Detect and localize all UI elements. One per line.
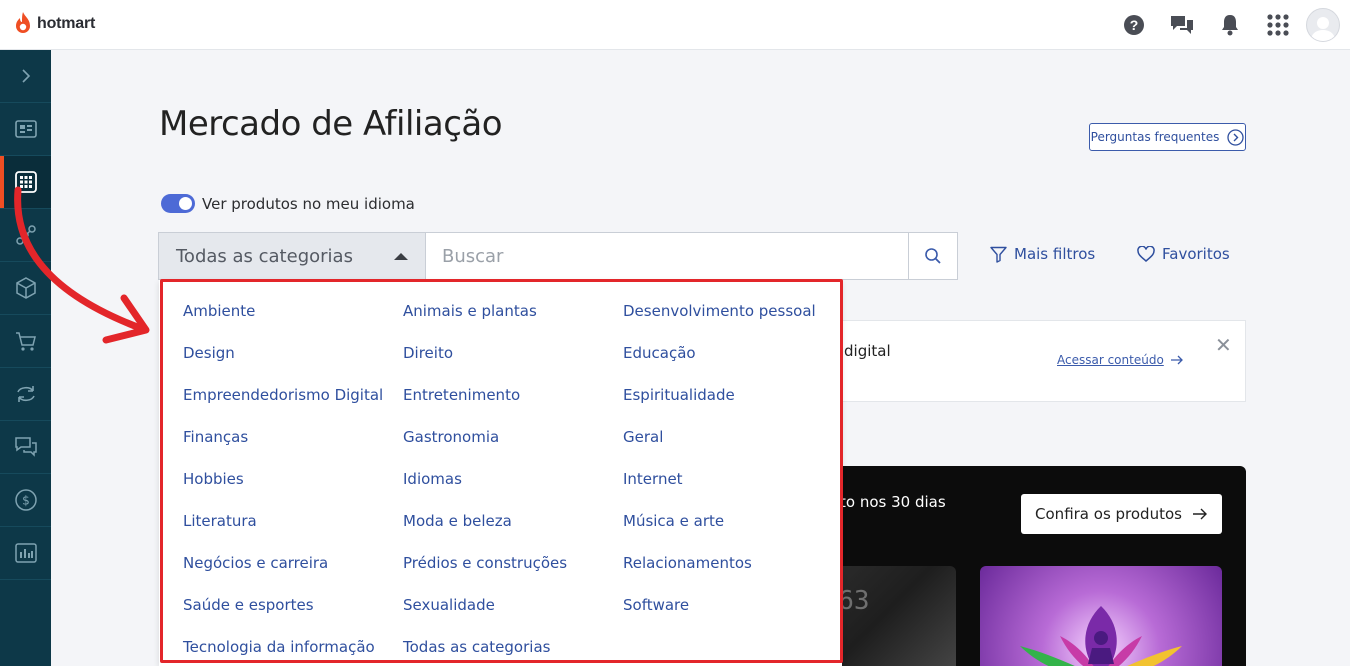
search-button[interactable]	[908, 233, 957, 279]
category-item[interactable]: Design	[183, 342, 403, 384]
heart-icon	[1137, 246, 1155, 262]
brand-name: hotmart	[37, 15, 96, 32]
category-item[interactable]: Negócios e carreira	[183, 552, 403, 594]
notification-bell-icon[interactable]	[1206, 8, 1254, 42]
chevron-circle-right-icon	[1227, 128, 1244, 146]
info-card-text: digital	[844, 342, 891, 360]
favorites-label: Favoritos	[1162, 245, 1230, 263]
category-list: Ambiente Animais e plantas Desenvolvimen…	[183, 300, 833, 666]
chevron-right-icon	[21, 69, 30, 83]
category-item[interactable]: Moda e beleza	[403, 510, 623, 552]
more-filters-button[interactable]: Mais filtros	[990, 245, 1095, 263]
dashboard-icon	[14, 120, 37, 138]
access-content-link[interactable]: Acessar conteúdo	[1057, 353, 1184, 367]
help-icon[interactable]: ?	[1110, 8, 1158, 42]
more-filters-label: Mais filtros	[1014, 245, 1096, 263]
svg-text:$: $	[22, 494, 30, 508]
sidebar-item-messages[interactable]	[0, 421, 51, 474]
language-toggle-label: Ver produtos no meu idioma	[202, 194, 415, 213]
network-icon	[15, 225, 36, 245]
category-item[interactable]: Idiomas	[403, 468, 623, 510]
svg-text:?: ?	[1130, 17, 1139, 33]
sidebar-item-dashboard[interactable]	[0, 103, 51, 156]
language-toggle[interactable]	[161, 194, 195, 213]
lotus-meditation-icon	[1020, 606, 1182, 666]
box-icon	[15, 277, 36, 299]
marketplace-grid-icon	[14, 171, 37, 193]
category-item[interactable]: Desenvolvimento pessoal	[623, 300, 833, 342]
messages-icon	[14, 437, 37, 457]
category-item[interactable]: Literatura	[183, 510, 403, 552]
sidebar-item-finance[interactable]: $	[0, 474, 51, 527]
sidebar: $	[0, 50, 51, 666]
category-item[interactable]: Prédios e construções	[403, 552, 623, 594]
category-item[interactable]: Geral	[623, 426, 833, 468]
category-item[interactable]: Direito	[403, 342, 623, 384]
category-item[interactable]: Finanças	[183, 426, 403, 468]
user-avatar-icon[interactable]	[1306, 8, 1340, 42]
filter-icon	[990, 246, 1007, 263]
product-thumbnail[interactable]	[980, 566, 1222, 666]
category-item[interactable]: Espiritualidade	[623, 384, 833, 426]
access-content-label: Acessar conteúdo	[1057, 353, 1164, 367]
sidebar-item-marketplace[interactable]	[0, 156, 51, 209]
category-item[interactable]: Música e arte	[623, 510, 833, 552]
apps-grid-icon[interactable]	[1254, 8, 1302, 42]
sidebar-item-network[interactable]	[0, 209, 51, 262]
hotmart-logo[interactable]: hotmart	[13, 11, 95, 37]
top-bar: hotmart ?	[0, 0, 1350, 50]
category-item[interactable]: Hobbies	[183, 468, 403, 510]
search-input[interactable]	[426, 233, 908, 279]
category-select[interactable]: Todas as categorias	[159, 233, 426, 279]
faq-label: Perguntas frequentes	[1090, 130, 1220, 144]
category-item[interactable]: Ambiente	[183, 300, 403, 342]
category-item[interactable]: Animais e plantas	[403, 300, 623, 342]
close-icon[interactable]: ✕	[1215, 333, 1232, 358]
analytics-icon	[14, 543, 37, 563]
banner-text: to nos 30 dias	[840, 493, 946, 511]
category-item[interactable]: Educação	[623, 342, 833, 384]
flame-icon	[16, 12, 30, 33]
category-select-value: Todas as categorias	[176, 245, 353, 267]
arrow-right-icon	[1192, 508, 1207, 520]
chat-icon[interactable]	[1158, 8, 1206, 42]
dollar-icon: $	[14, 489, 37, 511]
category-item[interactable]: Todas as categorias	[403, 636, 623, 666]
arrow-right-icon	[1170, 355, 1183, 365]
sync-icon	[16, 386, 35, 402]
sidebar-item-sales[interactable]	[0, 315, 51, 368]
category-item[interactable]: Entretenimento	[403, 384, 623, 426]
category-item[interactable]: Empreendedorismo Digital	[183, 384, 403, 426]
check-products-button[interactable]: Confira os produtos	[1021, 494, 1222, 534]
category-item[interactable]: Internet	[623, 468, 833, 510]
search-bar: Todas as categorias	[158, 232, 958, 280]
page-title: Mercado de Afiliação	[159, 104, 503, 144]
sidebar-item-products[interactable]	[0, 262, 51, 315]
caret-up-icon	[394, 252, 408, 260]
sidebar-item-analytics[interactable]	[0, 527, 51, 580]
favorites-button[interactable]: Favoritos	[1137, 245, 1230, 263]
sidebar-item-subscriptions[interactable]	[0, 368, 51, 421]
category-item[interactable]: Sexualidade	[403, 594, 623, 636]
category-item[interactable]: Gastronomia	[403, 426, 623, 468]
cart-icon	[15, 332, 36, 351]
category-item[interactable]: Tecnologia da informação	[183, 636, 403, 666]
category-item[interactable]: Relacionamentos	[623, 552, 833, 594]
category-item[interactable]: Software	[623, 594, 833, 636]
search-icon	[925, 248, 941, 264]
category-item[interactable]: Saúde e esportes	[183, 594, 403, 636]
check-products-label: Confira os produtos	[1035, 505, 1182, 523]
faq-button[interactable]: Perguntas frequentes	[1089, 123, 1246, 151]
sidebar-expand[interactable]	[0, 50, 51, 103]
